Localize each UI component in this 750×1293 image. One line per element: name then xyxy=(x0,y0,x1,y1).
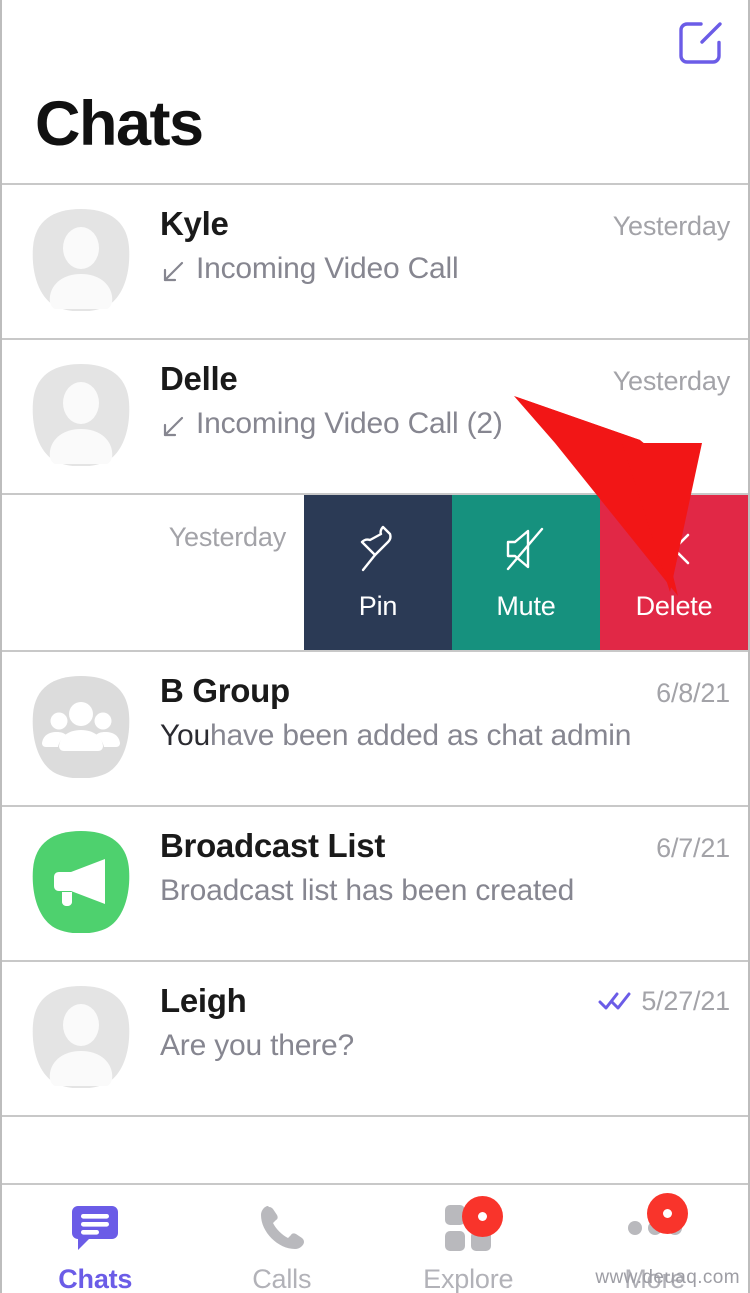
chat-meta: Yesterday xyxy=(613,211,730,242)
avatar xyxy=(2,982,160,1088)
pin-icon xyxy=(356,523,400,575)
row-body: Broadcast List 6/7/21 Broadcast list has… xyxy=(160,827,748,909)
tab-chats-label: Chats xyxy=(58,1264,133,1293)
avatar xyxy=(2,360,160,466)
chat-timestamp: 5/27/21 xyxy=(641,985,730,1016)
page-title: Chats xyxy=(35,89,204,159)
row-body: B Group 6/8/21 You have been added as ch… xyxy=(160,672,748,754)
chat-timestamp: 6/8/21 xyxy=(656,678,730,708)
watermark-text: www.deuaq.com xyxy=(595,1267,740,1288)
chat-timestamp: Yesterday xyxy=(612,366,730,396)
close-x-icon xyxy=(653,523,695,575)
chat-preview: You have been added as chat admin xyxy=(160,718,730,754)
chat-preview: Broadcast list has been created xyxy=(160,873,730,909)
chat-list: Kyle Yesterday Incoming Video Call Delle… xyxy=(2,185,748,1195)
phone-handset-icon xyxy=(251,1199,313,1257)
delete-button[interactable]: Delete xyxy=(600,495,748,650)
tab-chats[interactable]: Chats xyxy=(2,1185,189,1293)
tab-calls[interactable]: Calls xyxy=(189,1185,376,1293)
table-row[interactable]: B Group 6/8/21 You have been added as ch… xyxy=(2,652,748,807)
compose-icon[interactable] xyxy=(674,17,726,69)
table-row[interactable]: Delle Yesterday Incoming Video Call (2) xyxy=(2,340,748,495)
chat-meta: Yesterday xyxy=(613,366,730,397)
mute-speaker-icon xyxy=(502,523,550,575)
tab-calls-label: Calls xyxy=(252,1264,312,1293)
row-body: Kyle Yesterday Incoming Video Call xyxy=(160,205,748,287)
person-avatar-icon xyxy=(31,207,131,311)
chat-preview-prefix: You xyxy=(160,718,211,752)
ellipsis-dots-icon xyxy=(624,1193,688,1257)
chat-preview-text: Are you there? xyxy=(160,1028,354,1062)
tab-explore[interactable]: Explore xyxy=(375,1185,562,1293)
avatar xyxy=(2,205,160,311)
mute-button[interactable]: Mute xyxy=(452,495,600,650)
row-body: Delle Yesterday Incoming Video Call (2) xyxy=(160,360,748,442)
row-body: Leigh 5/27/21 Are you there? xyxy=(160,982,748,1064)
explore-notification-badge xyxy=(462,1196,504,1237)
chat-name: B Group xyxy=(160,672,290,709)
incoming-call-arrow-icon xyxy=(160,259,186,285)
incoming-call-arrow-icon xyxy=(160,414,186,440)
table-row[interactable]: Kyle Yesterday Incoming Video Call xyxy=(2,185,748,340)
chat-timestamp: 6/7/21 xyxy=(656,833,730,863)
table-row[interactable]: Leigh 5/27/21 Are you there? xyxy=(2,962,748,1117)
avatar xyxy=(2,827,160,933)
chat-preview: Incoming Video Call (2) xyxy=(160,406,730,442)
chat-meta: 6/7/21 xyxy=(656,833,730,864)
chat-name: Delle xyxy=(160,360,238,397)
phone-screen: Chats Kyle Yesterday Incoming Video Call… xyxy=(0,0,750,1293)
broadcast-megaphone-icon xyxy=(31,829,131,933)
chat-preview: Incoming Video Call xyxy=(160,251,730,287)
avatar xyxy=(2,672,160,778)
chat-timestamp: Yesterday xyxy=(168,522,286,552)
chat-preview-text: have been added as chat admin xyxy=(210,718,632,752)
table-row[interactable]: Broadcast List 6/7/21 Broadcast list has… xyxy=(2,807,748,962)
more-notification-badge xyxy=(646,1193,688,1234)
chat-name: Broadcast List xyxy=(160,827,386,864)
chat-preview-text: Incoming Video Call (2) xyxy=(196,406,503,440)
swipe-actions-row: Yesterday Pin Mute Delete xyxy=(2,495,748,652)
tab-explore-label: Explore xyxy=(423,1264,514,1293)
chat-timestamp: Yesterday xyxy=(612,211,730,241)
chat-name: Leigh xyxy=(160,982,247,1019)
chat-meta: 6/8/21 xyxy=(656,678,730,709)
chat-preview-text: Incoming Video Call xyxy=(196,251,459,285)
chat-meta: 5/27/21 xyxy=(598,986,730,1017)
person-avatar-icon xyxy=(31,984,131,1088)
group-avatar-icon xyxy=(31,674,131,778)
delete-label: Delete xyxy=(635,591,713,621)
chat-preview: Are you there? xyxy=(160,1028,730,1064)
person-avatar-icon xyxy=(31,362,131,466)
chat-name: Kyle xyxy=(160,205,229,242)
header: Chats xyxy=(2,0,748,185)
read-receipt-double-check-icon xyxy=(598,990,632,1012)
chat-preview-text: Broadcast list has been created xyxy=(160,873,575,907)
swipe-row-remaining-content[interactable]: Yesterday xyxy=(2,495,304,650)
mute-label: Mute xyxy=(496,591,556,621)
pin-button[interactable]: Pin xyxy=(304,495,452,650)
grid-squares-icon xyxy=(437,1196,504,1257)
pin-label: Pin xyxy=(358,591,398,621)
chat-bubble-icon xyxy=(64,1199,126,1257)
